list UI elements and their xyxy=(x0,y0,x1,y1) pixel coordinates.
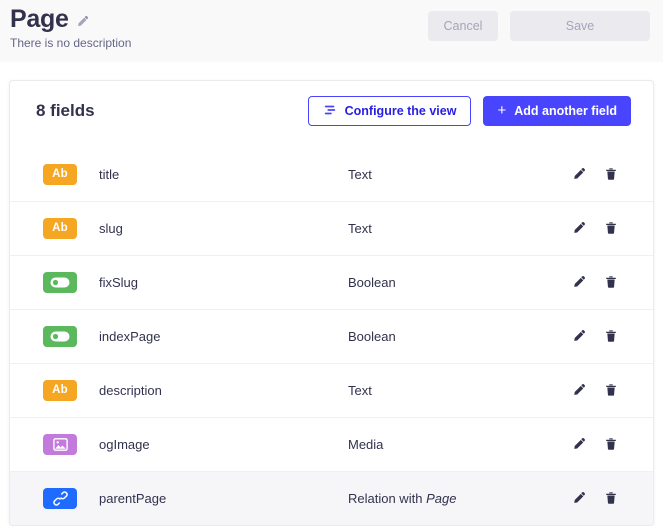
page-title: Page xyxy=(10,5,69,33)
trash-icon[interactable] xyxy=(603,490,619,506)
row-actions xyxy=(571,220,619,236)
trash-icon[interactable] xyxy=(603,274,619,290)
field-type: Text xyxy=(348,220,372,236)
field-type-badge-boolean xyxy=(43,271,77,293)
pencil-icon[interactable] xyxy=(571,328,587,344)
fields-list: Ab title Text Ab slug Text fixSlug Boole… xyxy=(10,147,653,525)
field-name: indexPage xyxy=(99,328,161,344)
add-another-field-label: Add another field xyxy=(514,104,617,118)
save-button[interactable]: Save xyxy=(510,11,650,41)
badge-label: Ab xyxy=(52,222,68,234)
pencil-icon[interactable] xyxy=(571,274,587,290)
table-row[interactable]: ogImage Media xyxy=(10,417,653,471)
table-row[interactable]: Ab description Text xyxy=(10,363,653,417)
field-type: Boolean xyxy=(348,274,396,290)
fields-card-header: 8 fields Configure the view + Add anothe… xyxy=(10,81,653,147)
trash-icon[interactable] xyxy=(603,166,619,182)
fields-count-label: 8 fields xyxy=(36,101,95,120)
field-type: Text xyxy=(348,382,372,398)
field-name: ogImage xyxy=(99,436,150,452)
image-icon xyxy=(52,437,68,451)
field-name: parentPage xyxy=(99,490,167,506)
badge-label: Ab xyxy=(52,168,68,180)
field-name: slug xyxy=(99,220,123,236)
pencil-icon[interactable] xyxy=(571,220,587,236)
pencil-icon[interactable] xyxy=(571,490,587,506)
field-name: fixSlug xyxy=(99,274,139,290)
field-name: description xyxy=(99,382,162,398)
field-type-label: Relation with xyxy=(348,490,423,506)
field-type-badge-boolean xyxy=(43,325,77,347)
row-actions xyxy=(571,436,619,452)
table-row[interactable]: indexPage Boolean xyxy=(10,309,653,363)
pencil-icon[interactable] xyxy=(76,15,89,28)
title-row: Page xyxy=(10,6,131,32)
table-row[interactable]: Ab slug Text xyxy=(10,201,653,255)
trash-icon[interactable] xyxy=(603,220,619,236)
link-icon xyxy=(52,490,68,506)
table-row[interactable]: fixSlug Boolean xyxy=(10,255,653,309)
configure-the-view-label: Configure the view xyxy=(344,104,457,118)
field-type-badge-text: Ab xyxy=(43,163,77,185)
field-type-badge-media xyxy=(43,433,77,455)
trash-icon[interactable] xyxy=(603,436,619,452)
fields-card-actions: Configure the view + Add another field xyxy=(307,96,631,126)
toggle-icon xyxy=(50,331,70,341)
field-name: title xyxy=(99,166,120,182)
field-type: Relation with Page xyxy=(348,491,456,506)
plus-icon: + xyxy=(497,102,507,119)
row-actions xyxy=(571,166,619,182)
header-title-block: Page There is no description xyxy=(10,6,132,51)
page-header: Page There is no description Cancel Save xyxy=(0,0,663,62)
page-description: There is no description xyxy=(10,36,132,51)
configure-the-view-button[interactable]: Configure the view xyxy=(307,96,472,126)
header-action-buttons: Cancel Save xyxy=(428,11,650,41)
table-row[interactable]: parentPage Relation with Page xyxy=(10,471,653,525)
toggle-icon xyxy=(50,277,70,287)
sliders-icon xyxy=(323,103,337,120)
field-type-badge-text: Ab xyxy=(43,217,77,239)
field-type: Text xyxy=(348,166,372,182)
row-actions xyxy=(571,490,619,506)
trash-icon[interactable] xyxy=(603,328,619,344)
badge-label: Ab xyxy=(52,384,68,396)
pencil-icon[interactable] xyxy=(571,166,587,182)
field-type: Media xyxy=(348,436,384,452)
trash-icon[interactable] xyxy=(603,382,619,398)
cancel-button[interactable]: Cancel xyxy=(428,11,498,41)
pencil-icon[interactable] xyxy=(571,436,587,452)
table-row[interactable]: Ab title Text xyxy=(10,147,653,201)
fields-card: 8 fields Configure the view + Add anothe… xyxy=(9,80,654,526)
add-another-field-button[interactable]: + Add another field xyxy=(483,96,631,126)
row-actions xyxy=(571,274,619,290)
pencil-icon[interactable] xyxy=(571,382,587,398)
field-type-badge-relation xyxy=(43,487,77,509)
row-actions xyxy=(571,328,619,344)
field-type: Boolean xyxy=(348,328,396,344)
row-actions xyxy=(571,382,619,398)
field-type-badge-text: Ab xyxy=(43,379,77,401)
field-type-target: Page xyxy=(426,490,457,506)
